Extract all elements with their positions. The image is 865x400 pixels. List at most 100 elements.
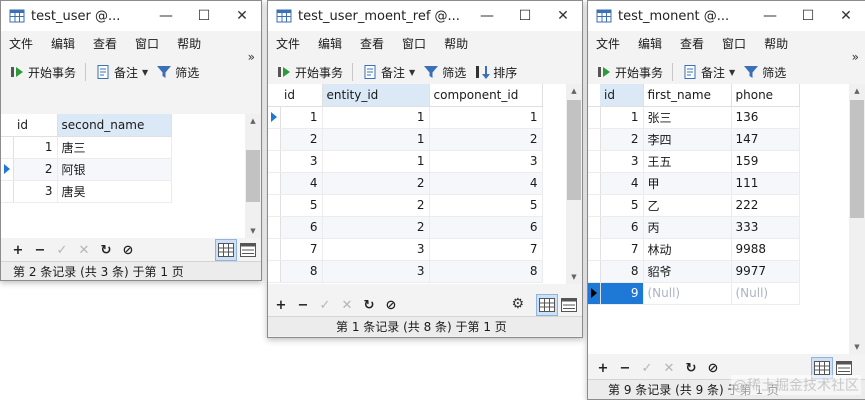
table-row[interactable]: 5 乙 222	[588, 194, 800, 217]
cell-first-name[interactable]: 李四	[643, 128, 732, 151]
table-row[interactable]: 3 1 3	[268, 150, 543, 173]
cell-first-name[interactable]: 甲	[643, 172, 732, 195]
cell-phone[interactable]: 333	[731, 216, 800, 239]
memo-button[interactable]: 备注 ▼	[91, 60, 152, 84]
row-marker[interactable]	[268, 106, 281, 129]
menu-window[interactable]: 窗口	[131, 31, 173, 58]
scroll-down-icon[interactable]: ▼	[849, 340, 865, 354]
table-row[interactable]: 6 2 6	[268, 216, 543, 239]
scroll-up-icon[interactable]: ▲	[566, 84, 582, 98]
cell-id[interactable]: 9	[600, 282, 644, 305]
caret-down-icon[interactable]: ▼	[409, 68, 415, 77]
add-record-button[interactable]: +	[592, 357, 614, 379]
table-row[interactable]: 2 李四 147	[588, 128, 800, 151]
gear-icon[interactable]: ⚙	[511, 296, 524, 312]
table-row[interactable]: 7 林动 9988	[588, 238, 800, 261]
cell-id[interactable]: 7	[280, 238, 323, 261]
column-header-id[interactable]: id	[280, 84, 323, 107]
apply-changes-button[interactable]: ✓	[51, 239, 73, 261]
cell-first-name[interactable]: 林动	[643, 238, 732, 261]
apply-changes-button[interactable]: ✓	[314, 294, 336, 316]
table-row[interactable]: 4 2 4	[268, 172, 543, 195]
refresh-button[interactable]: ↻	[95, 239, 117, 261]
cell-entity-id[interactable]: 2	[322, 216, 430, 239]
memo-button[interactable]: 备注 ▼	[678, 60, 739, 84]
stop-button[interactable]: ⊘	[117, 239, 139, 261]
cell-id[interactable]: 4	[600, 172, 644, 195]
menu-file[interactable]: 文件	[592, 31, 634, 58]
caret-down-icon[interactable]: ▼	[142, 68, 148, 77]
cell-id[interactable]: 6	[280, 216, 323, 239]
row-marker[interactable]	[588, 150, 601, 173]
discard-changes-button[interactable]: ✕	[336, 294, 358, 316]
titlebar[interactable]: test_user_moent_ref @... — ☐ ✕	[268, 1, 582, 31]
cell-id[interactable]: 3	[280, 150, 323, 173]
row-marker[interactable]	[588, 106, 601, 129]
vertical-scrollbar[interactable]: ▲ ▼	[849, 84, 865, 354]
cell-phone[interactable]: 147	[731, 128, 800, 151]
titlebar[interactable]: test_monent @... — ☐ ✕	[588, 1, 865, 31]
table-row[interactable]: 1 唐三	[1, 136, 172, 159]
add-record-button[interactable]: +	[270, 294, 292, 316]
table-row[interactable]: 3 王五 159	[588, 150, 800, 173]
table-row[interactable]: 7 3 7	[268, 238, 543, 261]
cell-first-name[interactable]: 张三	[643, 106, 732, 129]
cell-id[interactable]: 7	[600, 238, 644, 261]
row-marker[interactable]	[268, 172, 281, 195]
cell-second-name[interactable]: 阿银	[57, 158, 172, 181]
menu-window[interactable]: 窗口	[398, 31, 440, 58]
delete-record-button[interactable]: −	[292, 294, 314, 316]
close-button[interactable]: ✕	[223, 1, 261, 31]
cell-component-id[interactable]: 7	[429, 238, 543, 261]
close-button[interactable]: ✕	[827, 1, 865, 31]
column-header-component-id[interactable]: component_id	[429, 84, 543, 107]
table-row[interactable]: 6 丙 333	[588, 216, 800, 239]
cell-id[interactable]: 8	[600, 260, 644, 283]
cell-component-id[interactable]: 6	[429, 216, 543, 239]
cell-entity-id[interactable]: 1	[322, 106, 430, 129]
cell-phone[interactable]: 136	[731, 106, 800, 129]
table-row[interactable]: 2 阿银	[1, 158, 172, 181]
cell-id[interactable]: 5	[600, 194, 644, 217]
form-view-button[interactable]	[237, 239, 259, 261]
table-row[interactable]: 1 1 1	[268, 106, 543, 129]
cell-phone[interactable]: 111	[731, 172, 800, 195]
table-row[interactable]: 5 2 5	[268, 194, 543, 217]
add-record-button[interactable]: +	[7, 239, 29, 261]
menu-view[interactable]: 查看	[89, 31, 131, 58]
row-marker[interactable]	[588, 260, 601, 283]
menu-help[interactable]: 帮助	[173, 31, 215, 58]
scroll-thumb[interactable]	[850, 100, 864, 218]
cell-id[interactable]: 5	[280, 194, 323, 217]
maximize-button[interactable]: ☐	[789, 1, 827, 31]
cell-component-id[interactable]: 1	[429, 106, 543, 129]
titlebar[interactable]: test_user @... — ☐ ✕	[1, 1, 261, 31]
row-marker[interactable]	[268, 150, 281, 173]
cell-id[interactable]: 3	[13, 180, 58, 203]
discard-changes-button[interactable]: ✕	[73, 239, 95, 261]
form-view-button[interactable]	[558, 294, 580, 316]
column-header-first-name[interactable]: first_name	[643, 84, 732, 107]
cell-component-id[interactable]: 3	[429, 150, 543, 173]
row-marker[interactable]	[588, 194, 601, 217]
cell-entity-id[interactable]: 1	[322, 150, 430, 173]
cell-phone[interactable]: 9988	[731, 238, 800, 261]
cell-id[interactable]: 1	[13, 136, 58, 159]
begin-transaction-button[interactable]: 开始事务	[592, 60, 667, 84]
filter-button[interactable]: 筛选	[152, 60, 203, 84]
cell-phone[interactable]: 222	[731, 194, 800, 217]
column-header-second-name[interactable]: second_name	[57, 114, 172, 137]
scroll-down-icon[interactable]: ▼	[245, 224, 261, 238]
row-marker[interactable]	[1, 136, 14, 159]
cell-phone[interactable]: 9977	[731, 260, 800, 283]
scroll-thumb[interactable]	[567, 100, 581, 200]
cell-id[interactable]: 2	[13, 158, 58, 181]
cell-id[interactable]: 1	[280, 106, 323, 129]
refresh-button[interactable]: ↻	[680, 357, 702, 379]
stop-button[interactable]: ⊘	[380, 294, 402, 316]
table-row[interactable]: 8 3 8	[268, 260, 543, 283]
row-marker[interactable]	[268, 238, 281, 261]
delete-record-button[interactable]: −	[614, 357, 636, 379]
row-marker[interactable]	[268, 194, 281, 217]
cell-id[interactable]: 8	[280, 260, 323, 283]
